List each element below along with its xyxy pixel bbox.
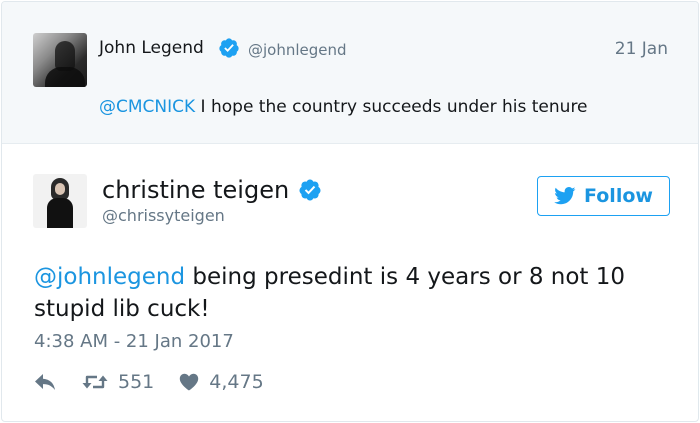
- reply-button[interactable]: [34, 373, 56, 391]
- heart-icon: [180, 373, 199, 391]
- parent-tweet[interactable]: John Legend @johnlegend 21 Jan @CMCNICK …: [2, 2, 698, 144]
- parent-author-handle[interactable]: @johnlegend: [248, 41, 347, 59]
- follow-button-label: Follow: [584, 185, 653, 207]
- avatar-face: [55, 183, 65, 195]
- verified-badge-icon: [299, 179, 321, 201]
- avatar-dress: [47, 198, 73, 228]
- christine-teigen-avatar[interactable]: [33, 174, 87, 228]
- tweet-actions: 551 4,475: [34, 369, 264, 395]
- main-author-name[interactable]: christine teigen: [102, 176, 289, 204]
- retweet-button[interactable]: 551: [82, 371, 154, 393]
- parent-mention-link[interactable]: @CMCNICK: [99, 97, 195, 117]
- like-button[interactable]: 4,475: [179, 371, 264, 393]
- avatar-shoulder: [45, 67, 85, 87]
- tweet-card: John Legend @johnlegend 21 Jan @CMCNICK …: [1, 1, 699, 422]
- parent-tweet-body: I hope the country succeeds under his te…: [195, 97, 588, 117]
- main-tweet-text: @johnlegend being presedint is 4 years o…: [34, 261, 674, 325]
- follow-button[interactable]: Follow: [537, 176, 670, 216]
- tweet-timestamp[interactable]: 4:38 AM - 21 Jan 2017: [34, 331, 234, 352]
- parent-tweet-text: @CMCNICK I hope the country succeeds und…: [99, 97, 588, 117]
- retweet-count: 551: [118, 371, 155, 393]
- john-legend-avatar[interactable]: [33, 33, 87, 87]
- main-mention-link[interactable]: @johnlegend: [34, 264, 185, 290]
- twitter-bird-icon: [554, 187, 576, 205]
- parent-author-name[interactable]: John Legend: [99, 38, 204, 58]
- main-author-handle[interactable]: @chrissyteigen: [102, 206, 225, 225]
- retweet-icon: [82, 375, 108, 389]
- like-count: 4,475: [209, 371, 264, 393]
- verified-badge-icon: [219, 38, 239, 58]
- parent-tweet-date[interactable]: 21 Jan: [615, 39, 668, 59]
- reply-arrow-icon: [35, 374, 55, 390]
